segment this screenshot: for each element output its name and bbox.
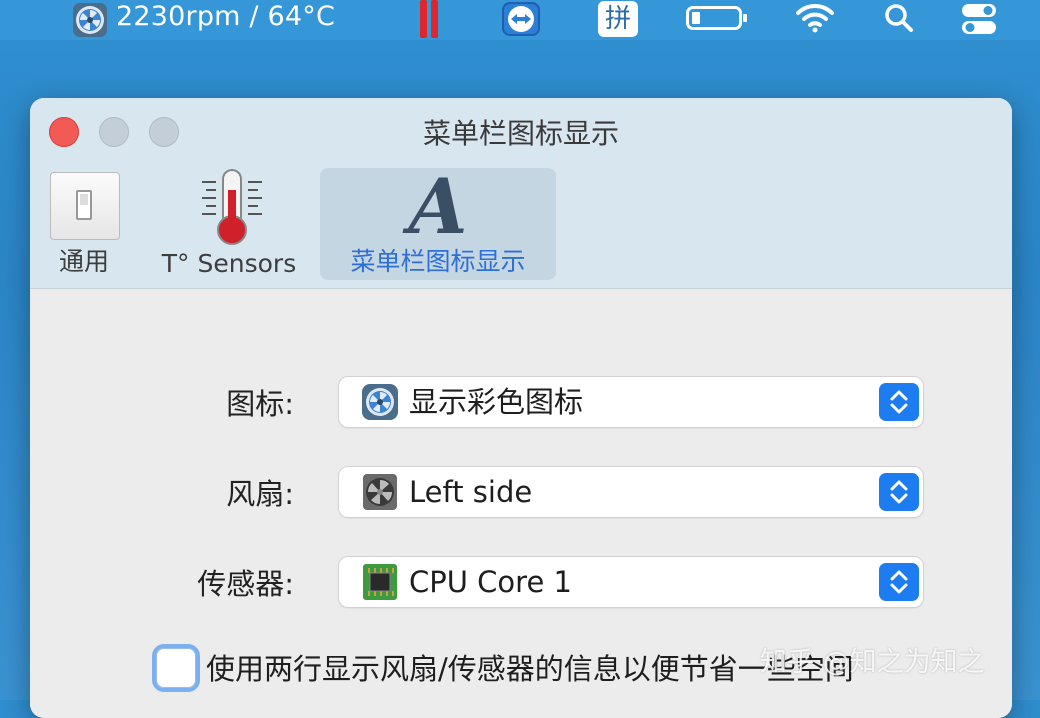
- wifi-icon[interactable]: [795, 2, 835, 34]
- control-center-icon[interactable]: [960, 2, 998, 36]
- two-line-checkbox[interactable]: [156, 648, 196, 688]
- tab-menubar-icon[interactable]: A 菜单栏图标显示: [320, 162, 556, 280]
- chevron-updown-icon: [879, 473, 919, 511]
- tab-general[interactable]: 通用: [44, 168, 124, 280]
- fan-label: 风扇:: [226, 477, 294, 511]
- icon-style-value: 显示彩色图标: [409, 385, 584, 419]
- fan-value: Left side: [409, 475, 533, 509]
- letter-a-icon: A: [408, 162, 468, 251]
- chevron-updown-icon: [879, 383, 919, 421]
- tab-menubar-icon-label: 菜单栏图标显示: [350, 247, 526, 276]
- cpu-chip-icon: [363, 564, 397, 600]
- fan-control-icon[interactable]: [72, 2, 108, 38]
- teamviewer-icon[interactable]: [502, 2, 540, 36]
- red-bars-icon[interactable]: [418, 0, 440, 38]
- menu-bar: 2230rpm / 64°C 拼: [0, 0, 1040, 40]
- thermometer-icon: [202, 169, 262, 245]
- window-toolbar: 菜单栏图标显示 通用 T° Sensors A 菜单栏图标显示: [30, 98, 1012, 289]
- fan-icon: [363, 474, 397, 510]
- tab-sensors-label: T° Sensors: [161, 249, 297, 278]
- pinyin-input-icon[interactable]: 拼: [598, 1, 638, 37]
- sensor-label: 传感器:: [197, 567, 294, 601]
- switch-icon: [50, 172, 120, 240]
- fan-popup[interactable]: Left side: [339, 467, 923, 517]
- preferences-window: 菜单栏图标显示 通用 T° Sensors A 菜单栏图标显示 图标: 显示彩色…: [30, 98, 1012, 718]
- sensor-popup[interactable]: CPU Core 1: [339, 557, 923, 607]
- chevron-updown-icon: [879, 563, 919, 601]
- battery-icon[interactable]: [686, 6, 747, 30]
- tab-sensors[interactable]: T° Sensors: [150, 168, 308, 280]
- two-line-checkbox-label[interactable]: 使用两行显示风扇/传感器的信息以便节省一些空间: [206, 646, 854, 688]
- search-icon[interactable]: [883, 2, 915, 34]
- fan-status-text[interactable]: 2230rpm / 64°C: [116, 0, 335, 36]
- watermark: 知乎 @知之为知之: [760, 647, 985, 678]
- icon-label: 图标:: [226, 387, 294, 421]
- fan-control-icon: [362, 384, 398, 420]
- tab-general-label: 通用: [58, 247, 109, 276]
- sensor-value: CPU Core 1: [409, 565, 572, 599]
- window-title: 菜单栏图标显示: [422, 117, 619, 150]
- icon-style-popup[interactable]: 显示彩色图标: [339, 377, 923, 427]
